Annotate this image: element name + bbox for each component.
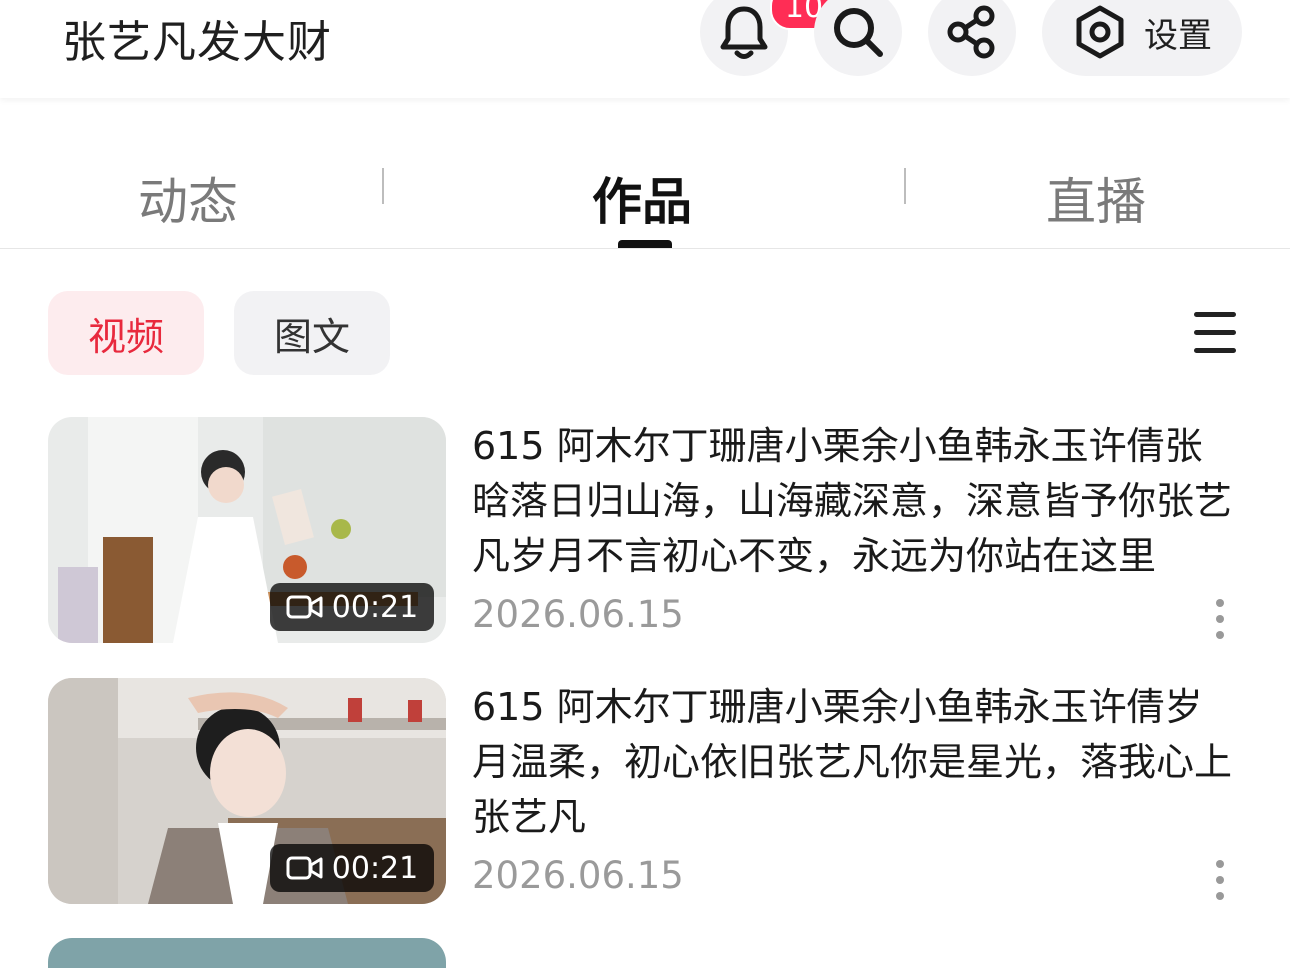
more-options-icon[interactable]: [1212, 860, 1228, 900]
settings-icon: [1076, 5, 1124, 59]
tab-works[interactable]: 作品: [592, 162, 692, 234]
share-icon: [947, 5, 995, 59]
next-video-thumbnail-peek[interactable]: [48, 938, 446, 968]
duration-badge: 00:21: [270, 583, 434, 631]
tab-divider: [904, 168, 906, 204]
duration-text: 00:21: [331, 589, 419, 625]
top-bar: 张艺凡发大财 10 设置: [0, 0, 1290, 98]
video-thumbnail[interactable]: 00:21: [48, 417, 446, 643]
tab-divider: [382, 168, 384, 204]
settings-label: 设置: [1144, 15, 1212, 56]
video-date: 2026.06.15: [472, 593, 684, 636]
tab-live[interactable]: 直播: [1046, 162, 1146, 234]
page-title: 张艺凡发大财: [62, 17, 332, 68]
bell-icon: [720, 6, 768, 59]
settings-button[interactable]: 设置: [1042, 0, 1242, 76]
video-camera-icon: [286, 595, 323, 619]
active-tab-indicator: [618, 240, 672, 248]
video-camera-icon: [286, 856, 323, 880]
video-title[interactable]: 615 阿木尔丁珊唐小栗余小鱼韩永玉许倩岁月温柔，初心依旧张艺凡你是星光，落我心…: [472, 680, 1232, 845]
duration-text: 00:21: [331, 850, 419, 886]
share-button[interactable]: [928, 0, 1016, 76]
search-button[interactable]: [814, 0, 902, 76]
tab-dynamic[interactable]: 动态: [138, 162, 238, 234]
list-view-icon[interactable]: [1192, 310, 1238, 356]
filter-chip-image-text[interactable]: 图文: [234, 291, 390, 375]
more-options-icon[interactable]: [1212, 599, 1228, 639]
filter-chip-video[interactable]: 视频: [48, 291, 204, 375]
video-list-item[interactable]: 00:21 615 阿木尔丁珊唐小栗余小鱼韩永玉许倩岁月温柔，初心依旧张艺凡你是…: [48, 678, 1248, 904]
video-list-item[interactable]: 00:21 615 阿木尔丁珊唐小栗余小鱼韩永玉许倩张晗落日归山海，山海藏深意，…: [48, 417, 1248, 643]
content-tabs: 动态 作品 直播: [0, 130, 1290, 249]
search-icon: [834, 8, 883, 57]
video-date: 2026.06.15: [472, 854, 684, 897]
video-title[interactable]: 615 阿木尔丁珊唐小栗余小鱼韩永玉许倩张晗落日归山海，山海藏深意，深意皆予你张…: [472, 419, 1232, 584]
video-thumbnail[interactable]: 00:21: [48, 678, 446, 904]
duration-badge: 00:21: [270, 844, 434, 892]
